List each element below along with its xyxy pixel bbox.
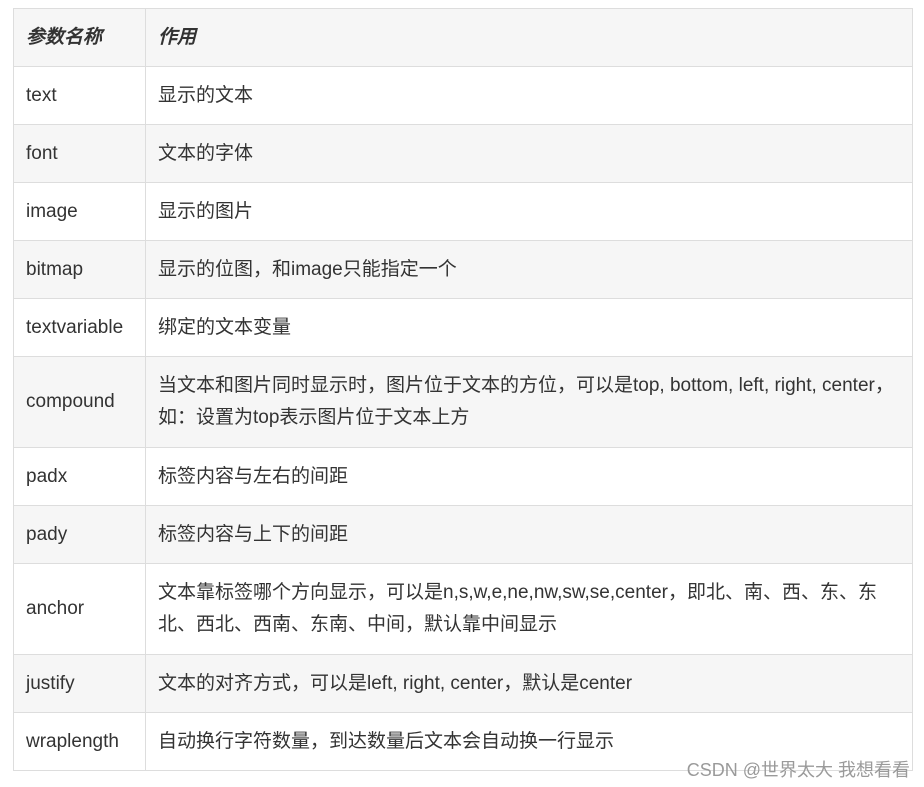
param-description-cell: 文本靠标签哪个方向显示，可以是n,s,w,e,ne,nw,sw,se,cente… [145, 563, 913, 655]
table-row: image 显示的图片 [13, 182, 913, 241]
table-row: text 显示的文本 [13, 66, 913, 125]
table-row: textvariable 绑定的文本变量 [13, 298, 913, 357]
table-row: compound 当文本和图片同时显示时，图片位于文本的方位，可以是top, b… [13, 356, 913, 448]
param-name-cell: bitmap [13, 240, 146, 299]
param-name-cell: textvariable [13, 298, 146, 357]
param-description-cell: 标签内容与左右的间距 [145, 447, 913, 506]
param-name-cell: anchor [13, 563, 146, 655]
param-description-cell: 文本的字体 [145, 124, 913, 183]
table-header: 参数名称 作用 [13, 8, 913, 67]
header-row: 参数名称 作用 [13, 8, 913, 67]
table-row: font 文本的字体 [13, 124, 913, 183]
table-row: padx 标签内容与左右的间距 [13, 447, 913, 506]
param-description-cell: 文本的对齐方式，可以是left, right, center，默认是center [145, 654, 913, 713]
table-row: anchor 文本靠标签哪个方向显示，可以是n,s,w,e,ne,nw,sw,s… [13, 563, 913, 655]
param-description-cell: 显示的文本 [145, 66, 913, 125]
table-body: text 显示的文本 font 文本的字体 image 显示的图片 bitmap… [13, 66, 913, 771]
param-name-cell: wraplength [13, 712, 146, 771]
param-name-cell: padx [13, 447, 146, 506]
csdn-watermark: CSDN @世界太大 我想看看 [686, 760, 910, 780]
param-description-cell: 标签内容与上下的间距 [145, 505, 913, 564]
param-name-cell: justify [13, 654, 146, 713]
header-purpose: 作用 [145, 8, 913, 67]
table-row: justify 文本的对齐方式，可以是left, right, center，默… [13, 654, 913, 713]
table-row: pady 标签内容与上下的间距 [13, 505, 913, 564]
header-param-name: 参数名称 [13, 8, 146, 67]
param-description-cell: 当文本和图片同时显示时，图片位于文本的方位，可以是top, bottom, le… [145, 356, 913, 448]
param-name-cell: font [13, 124, 146, 183]
param-name-cell: image [13, 182, 146, 241]
param-description-cell: 显示的位图，和image只能指定一个 [145, 240, 913, 299]
param-description-cell: 绑定的文本变量 [145, 298, 913, 357]
param-name-cell: compound [13, 356, 146, 448]
param-description-cell: 显示的图片 [145, 182, 913, 241]
param-name-cell: pady [13, 505, 146, 564]
param-name-cell: text [13, 66, 146, 125]
table-row: bitmap 显示的位图，和image只能指定一个 [13, 240, 913, 299]
parameter-table: 参数名称 作用 text 显示的文本 font 文本的字体 image 显示的图… [13, 8, 913, 771]
